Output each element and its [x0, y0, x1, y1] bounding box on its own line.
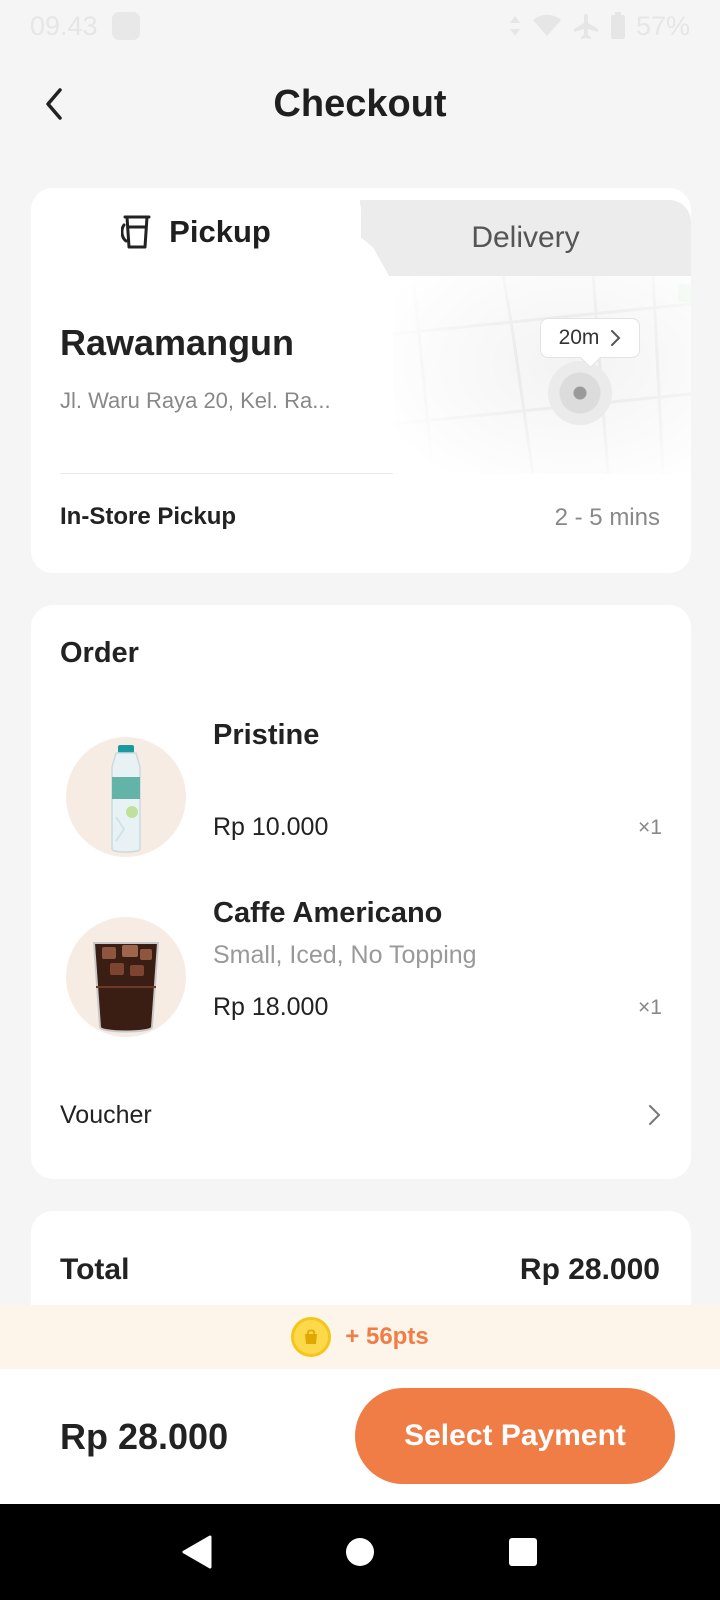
water-bottle-image [111, 745, 141, 853]
map-background [393, 274, 691, 474]
item-price: Rp 10.000 [213, 813, 329, 841]
select-payment-button[interactable]: Select Payment [355, 1388, 675, 1484]
item-name: Caffe Americano [213, 897, 443, 929]
item-image [66, 737, 186, 857]
location-pin-icon [548, 361, 612, 425]
back-button[interactable] [30, 80, 78, 128]
status-left: 09.43 [30, 11, 140, 42]
recents-square-icon [509, 1538, 538, 1566]
total-label: Total [60, 1253, 130, 1286]
home-circle-icon [345, 1538, 374, 1566]
notification-app-icon [111, 12, 140, 40]
nav-back-button[interactable] [173, 1528, 221, 1576]
battery-icon [610, 12, 625, 39]
pickup-type: In-Store Pickup [60, 503, 237, 530]
nav-home-button[interactable] [336, 1528, 384, 1576]
fulfillment-card: Delivery Pickup 20m Rawamangun Jl. Waru … [31, 188, 691, 573]
points-banner: + 56pts [0, 1305, 720, 1369]
back-triangle-icon [182, 1535, 212, 1569]
header: Checkout [0, 62, 720, 146]
chevron-right-icon [611, 330, 621, 346]
store-map[interactable]: 20m [393, 274, 691, 474]
item-image [66, 917, 186, 1037]
status-time: 09.43 [30, 10, 98, 41]
tab-pickup-label: Pickup [169, 214, 271, 249]
distance-value: 20m [558, 326, 600, 349]
chevron-left-icon [46, 88, 62, 120]
iced-coffee-image [92, 942, 160, 1033]
cup-icon [121, 215, 151, 249]
bottom-total: Rp 28.000 [60, 1416, 229, 1457]
battery-percent: 57% [635, 10, 690, 41]
total-value: Rp 28.000 [519, 1253, 660, 1286]
status-bar: 09.43 57% [0, 0, 720, 52]
system-nav-bar [0, 1504, 720, 1600]
chevron-right-icon [649, 1105, 661, 1125]
data-arrows-icon [509, 16, 520, 36]
bottom-bar: Rp 28.000 Select Payment [0, 1369, 720, 1504]
points-coin-icon [291, 1317, 332, 1357]
tab-pickup[interactable]: Pickup [31, 188, 361, 276]
store-name: Rawamangun [60, 322, 295, 363]
points-earned: + 56pts [345, 1323, 429, 1350]
pickup-time: 2 - 5 mins [554, 504, 660, 531]
item-name: Pristine [213, 719, 320, 751]
tab-delivery[interactable]: Delivery [358, 200, 691, 276]
nav-recents-button[interactable] [499, 1528, 547, 1576]
voucher-row[interactable]: Voucher [31, 1080, 691, 1150]
order-title: Order [60, 637, 139, 669]
voucher-label: Voucher [60, 1100, 152, 1129]
airplane-mode-icon [573, 14, 598, 39]
item-quantity: ×1 [638, 996, 662, 1019]
tab-delivery-label: Delivery [471, 221, 580, 254]
bag-icon [305, 1329, 318, 1344]
item-price: Rp 18.000 [213, 993, 329, 1021]
order-card: Order Pristine Rp 10.000 ×1 Caffe Americ… [31, 605, 691, 1179]
order-item[interactable]: Caffe Americano Small, Iced, No Topping … [31, 885, 691, 1037]
store-address: Jl. Waru Raya 20, Kel. Ra... [60, 388, 331, 413]
order-item[interactable]: Pristine Rp 10.000 ×1 [31, 705, 691, 857]
item-quantity: ×1 [638, 816, 662, 839]
wifi-icon [532, 14, 561, 36]
item-options: Small, Iced, No Topping [213, 941, 477, 969]
distance-badge[interactable]: 20m [540, 318, 640, 358]
page-title: Checkout [273, 82, 447, 125]
status-right: 57% [508, 11, 690, 42]
